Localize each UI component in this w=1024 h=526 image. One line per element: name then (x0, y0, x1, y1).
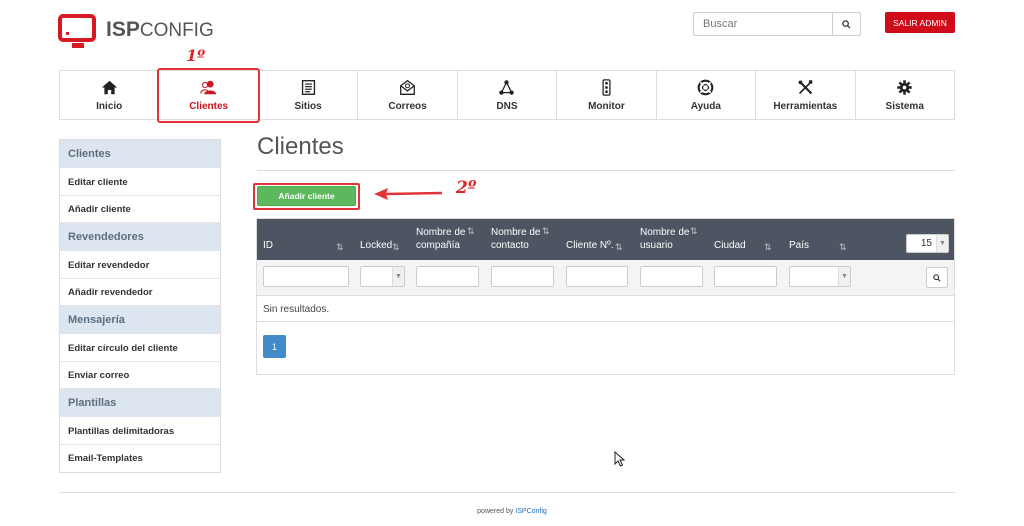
mail-icon (400, 79, 415, 95)
empty-results-row: Sin resultados. (257, 297, 954, 322)
filter-search-button[interactable] (926, 267, 948, 288)
per-page-select[interactable]: 15 ▼ (906, 234, 949, 253)
filter-country-select[interactable]: ▼ (789, 266, 851, 287)
nav-sistema[interactable]: Sistema (856, 71, 954, 119)
search-icon (842, 19, 851, 29)
chevron-down-icon: ▼ (838, 267, 850, 286)
filter-username-input[interactable] (640, 266, 703, 287)
title-divider (257, 170, 955, 171)
add-client-button[interactable]: Añadir cliente (257, 186, 356, 206)
annotation-step-1: 1º (186, 46, 206, 65)
filter-id-input[interactable] (263, 266, 349, 287)
sidebar-item-editar-revendedor[interactable]: Editar revendedor (60, 252, 220, 279)
sort-icon[interactable]: ⇅ (839, 242, 847, 253)
sort-icon[interactable]: ⇅ (542, 226, 550, 237)
gear-icon (897, 79, 912, 95)
sort-icon[interactable]: ⇅ (615, 242, 623, 253)
table-header: ID ⇅ Locked ⇅ Nombre de compañía ⇅ Nombre… (257, 219, 954, 260)
chevron-down-icon: ▼ (392, 267, 404, 286)
column-city[interactable]: Ciudad (714, 219, 774, 260)
filter-company-input[interactable] (416, 266, 479, 287)
filter-contact-input[interactable] (491, 266, 554, 287)
logout-button[interactable]: SALIR ADMIN (885, 12, 955, 33)
filter-client-no-input[interactable] (566, 266, 628, 287)
nav-herramientas[interactable]: Herramientas (756, 71, 856, 119)
chevron-down-icon: ▼ (936, 235, 948, 252)
column-username[interactable]: Nombre de usuario (640, 219, 710, 260)
sort-icon[interactable]: ⇅ (392, 242, 400, 253)
sidebar-section-revendedores: Revendedores (60, 223, 220, 252)
ispconfig-link[interactable]: ISPConfig (515, 508, 547, 515)
page-title: Clientes (257, 133, 344, 160)
users-icon (200, 80, 217, 94)
pagination-page-1[interactable]: 1 (263, 335, 286, 358)
column-company[interactable]: Nombre de compañía (416, 219, 486, 260)
column-id[interactable]: ID (263, 219, 351, 260)
column-locked[interactable]: Locked (360, 219, 405, 260)
lifebuoy-icon (697, 79, 714, 95)
filter-row: ▼ ▼ (257, 260, 954, 296)
search-input[interactable] (693, 12, 833, 36)
tools-icon (798, 79, 813, 94)
footer: powered by ISPConfig (477, 508, 547, 515)
sidebar-item-anadir-revendedor[interactable]: Añadir revendedor (60, 279, 220, 306)
sidebar-item-enviar-correo[interactable]: Enviar correo (60, 362, 220, 389)
column-contact[interactable]: Nombre de contacto (491, 219, 561, 260)
nav-correos[interactable]: Correos (358, 71, 458, 119)
nav-sitios[interactable]: Sitios (259, 71, 359, 119)
sidebar-item-anadir-cliente[interactable]: Añadir cliente (60, 196, 220, 223)
column-client-no[interactable]: Cliente Nº. (566, 219, 636, 260)
sidebar-item-editar-cliente[interactable]: Editar cliente (60, 169, 220, 196)
sidebar: Clientes Editar cliente Añadir cliente R… (59, 139, 221, 473)
logo-mark-icon (58, 14, 96, 48)
sort-icon[interactable]: ⇅ (764, 242, 772, 253)
clients-table: ID ⇅ Locked ⇅ Nombre de compañía ⇅ Nombre… (256, 218, 955, 375)
sidebar-section-clientes: Clientes (60, 140, 220, 169)
home-icon (101, 80, 117, 94)
sidebar-item-editar-circulo[interactable]: Editar círculo del cliente (60, 335, 220, 362)
nav-monitor[interactable]: Monitor (557, 71, 657, 119)
nav-ayuda[interactable]: Ayuda (657, 71, 757, 119)
sidebar-item-plantillas-delimitadoras[interactable]: Plantillas delimitadoras (60, 418, 220, 445)
sidebar-item-email-templates[interactable]: Email-Templates (60, 445, 220, 472)
nav-dns[interactable]: DNS (458, 71, 558, 119)
traffic-light-icon (602, 78, 611, 96)
network-icon (499, 79, 515, 95)
filter-city-input[interactable] (714, 266, 777, 287)
sort-icon[interactable]: ⇅ (467, 226, 475, 237)
sort-icon[interactable]: ⇅ (690, 226, 698, 237)
sort-icon[interactable]: ⇅ (336, 242, 344, 253)
mouse-cursor-icon (614, 451, 626, 467)
annotation-arrow-icon (374, 188, 443, 200)
nav-clientes[interactable]: Clientes (159, 71, 259, 119)
column-country[interactable]: País (789, 219, 849, 260)
sidebar-section-plantillas: Plantillas (60, 389, 220, 418)
sites-icon (301, 79, 315, 95)
filter-locked-select[interactable]: ▼ (360, 266, 405, 287)
main-nav: Inicio Clientes Sitios Correos DNS Monit… (59, 70, 955, 120)
nav-inicio[interactable]: Inicio (60, 71, 160, 119)
sidebar-section-mensajeria: Mensajería (60, 306, 220, 335)
search-icon (933, 273, 941, 282)
annotation-step-2: 2º (456, 178, 477, 198)
search-button[interactable] (832, 12, 861, 36)
footer-divider (59, 492, 955, 493)
